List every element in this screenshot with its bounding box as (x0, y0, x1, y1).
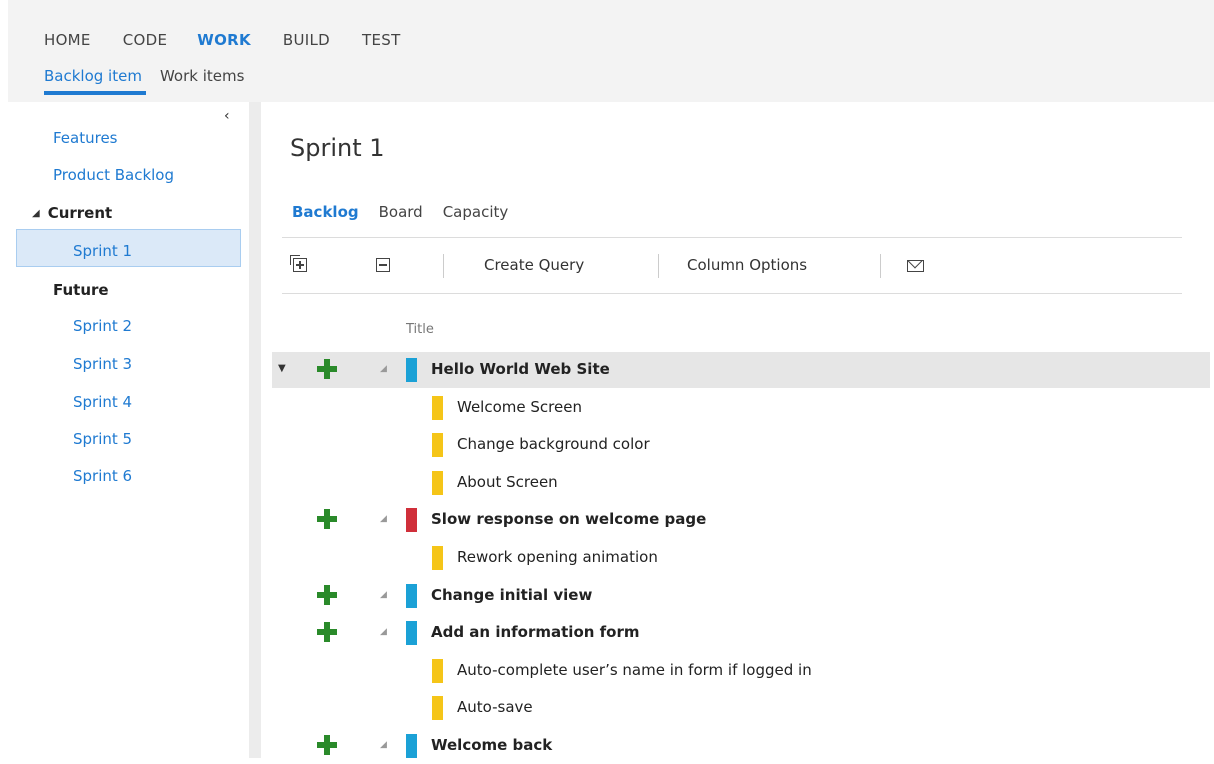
backlog-row[interactable]: Rework opening animation (272, 540, 1210, 576)
work-item-type-bar (406, 358, 417, 382)
sidebar-item-product-backlog[interactable]: Product Backlog (53, 166, 174, 184)
nav-home[interactable]: HOME (44, 31, 91, 49)
row-collapse-triangle-icon[interactable]: ◢ (380, 514, 387, 524)
view-tabs: Backlog Board Capacity (292, 203, 528, 221)
work-item-type-bar (432, 395, 443, 420)
column-options-button[interactable]: Column Options (687, 256, 807, 274)
work-item-type-bar (432, 546, 443, 570)
sidebar-heading-future[interactable]: Future (53, 281, 109, 299)
toolbar-separator (658, 254, 659, 278)
backlog-row[interactable]: ◢ Welcome back (272, 728, 1210, 764)
sidebar-item-features[interactable]: Features (53, 129, 118, 147)
top-navigation: HOME CODE WORK BUILD TEST Backlog item W… (8, 0, 1214, 102)
work-item-title[interactable]: Welcome back (431, 736, 552, 754)
backlog-row[interactable]: Auto-complete user’s name in form if log… (272, 653, 1210, 689)
sidebar-item-sprint-5[interactable]: Sprint 5 (73, 430, 132, 448)
row-collapse-triangle-icon[interactable]: ◢ (380, 590, 387, 600)
sidebar-item-sprint-4[interactable]: Sprint 4 (73, 393, 132, 411)
work-item-title[interactable]: Change background color (457, 435, 650, 453)
backlog-row[interactable]: ▼ ◢ Hello World Web Site (272, 352, 1210, 388)
sub-nav: Backlog item Work items (44, 67, 262, 95)
plus-vertical (299, 261, 301, 269)
toolbar-separator (443, 254, 444, 278)
work-item-type-bar (406, 583, 417, 608)
backlog-row[interactable]: About Screen (272, 465, 1210, 501)
sidebar-heading-current[interactable]: ◢ Current (32, 204, 112, 222)
work-item-type-bar (432, 658, 443, 683)
work-item-type-bar (406, 734, 417, 758)
sidebar-item-sprint-6[interactable]: Sprint 6 (73, 467, 132, 485)
backlog-row[interactable]: ◢ Add an information form (272, 615, 1210, 651)
work-item-type-bar (406, 508, 417, 533)
row-expand-caret-icon[interactable]: ▼ (278, 363, 286, 374)
backlog-row[interactable]: ◢ Slow response on welcome page (272, 502, 1210, 538)
work-item-title[interactable]: Auto-save (457, 698, 533, 716)
add-child-plus-icon[interactable] (317, 584, 337, 605)
divider (282, 293, 1182, 294)
expand-all-icon[interactable] (290, 255, 307, 272)
mail-icon[interactable] (907, 260, 924, 272)
toolbar-separator (880, 254, 881, 278)
main-nav: HOME CODE WORK BUILD TEST (44, 31, 433, 49)
row-collapse-triangle-icon[interactable]: ◢ (380, 627, 387, 637)
backlog-row[interactable]: Auto-save (272, 690, 1210, 726)
tab-backlog[interactable]: Backlog (292, 203, 359, 221)
work-item-title[interactable]: Change initial view (431, 586, 592, 604)
subnav-work-items[interactable]: Work items (160, 67, 244, 93)
minus-bar (379, 264, 387, 266)
work-item-title[interactable]: Slow response on welcome page (431, 510, 706, 528)
create-query-button[interactable]: Create Query (484, 256, 584, 274)
collapse-pane-icon[interactable]: ‹ (224, 108, 230, 124)
work-item-type-bar (406, 621, 417, 646)
nav-work[interactable]: WORK (197, 31, 251, 49)
backlog-row[interactable]: Welcome Screen (272, 390, 1210, 426)
work-item-title[interactable]: Auto-complete user’s name in form if log… (457, 661, 812, 679)
work-item-type-bar (432, 433, 443, 458)
add-child-plus-icon[interactable] (317, 622, 337, 643)
nav-build[interactable]: BUILD (283, 31, 330, 49)
work-item-title[interactable]: Add an information form (431, 623, 640, 641)
work-item-title[interactable]: Rework opening animation (457, 548, 658, 566)
divider (282, 237, 1182, 238)
column-header-title[interactable]: Title (406, 322, 434, 337)
expand-triangle-icon: ◢ (32, 208, 40, 219)
work-item-title[interactable]: Hello World Web Site (431, 360, 610, 378)
add-child-plus-icon[interactable] (317, 359, 337, 379)
row-collapse-triangle-icon[interactable]: ◢ (380, 740, 387, 750)
current-heading-label: Current (47, 204, 113, 222)
subnav-backlog-item[interactable]: Backlog item (44, 67, 146, 95)
work-item-type-bar (432, 470, 443, 495)
sidebar-item-sprint-2[interactable]: Sprint 2 (73, 317, 132, 335)
nav-code[interactable]: CODE (123, 31, 168, 49)
sidebar-item-sprint-1[interactable]: Sprint 1 (73, 242, 132, 260)
backlog-row[interactable]: ◢ Change initial view (272, 578, 1210, 614)
tab-board[interactable]: Board (379, 203, 423, 221)
work-item-title[interactable]: Welcome Screen (457, 398, 582, 416)
row-collapse-triangle-icon[interactable]: ◢ (380, 364, 387, 374)
work-item-type-bar (432, 696, 443, 721)
collapse-all-icon[interactable] (376, 258, 390, 272)
page-title: Sprint 1 (290, 134, 385, 162)
tab-capacity[interactable]: Capacity (443, 203, 509, 221)
add-child-plus-icon[interactable] (317, 509, 337, 530)
work-item-title[interactable]: About Screen (457, 473, 558, 491)
add-child-plus-icon[interactable] (317, 735, 337, 755)
backlog-row[interactable]: Change background color (272, 427, 1210, 463)
nav-test[interactable]: TEST (362, 31, 401, 49)
pane-splitter[interactable] (249, 102, 261, 758)
sidebar-item-sprint-3[interactable]: Sprint 3 (73, 355, 132, 373)
